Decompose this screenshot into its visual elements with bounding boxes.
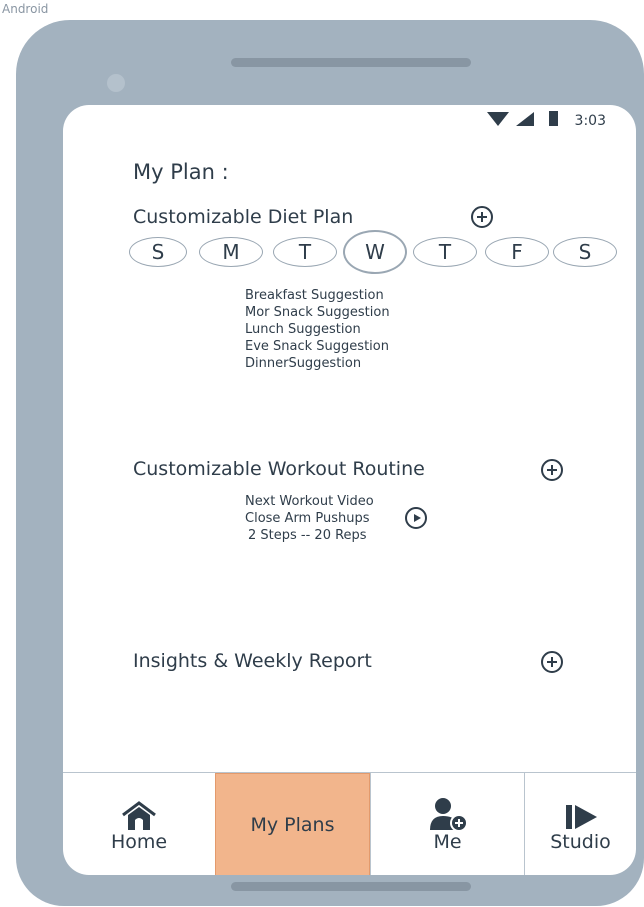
nav-me[interactable]: Me [370, 773, 524, 875]
workout-routine-title: Customizable Workout Routine [133, 458, 425, 480]
day-saturday[interactable]: S [553, 237, 617, 267]
nav-home[interactable]: Home [63, 773, 215, 875]
front-camera [107, 74, 125, 92]
status-bar: 3:03 [486, 111, 606, 130]
nav-my-plans-label: My Plans [250, 813, 335, 836]
list-item[interactable]: Breakfast Suggestion [245, 287, 390, 304]
next-workout-label: Next Workout Video [245, 494, 374, 509]
day-sunday[interactable]: S [129, 237, 187, 267]
day-monday[interactable]: M [199, 237, 263, 267]
bottom-navigation: Home My Plans Me Studio [63, 772, 636, 875]
exercise-name: Close Arm Pushups [245, 511, 370, 526]
signal-icon [515, 111, 534, 130]
nav-me-label: Me [433, 830, 462, 853]
page-title: My Plan : [133, 160, 229, 184]
battery-icon [548, 111, 558, 130]
day-friday[interactable]: F [485, 237, 549, 267]
list-item[interactable]: Lunch Suggestion [245, 321, 390, 338]
list-item[interactable]: DinnerSuggestion [245, 355, 390, 372]
day-thursday[interactable]: T [413, 237, 477, 267]
diet-plan-title: Customizable Diet Plan [133, 206, 354, 228]
play-icon[interactable] [405, 507, 427, 529]
home-icon [121, 797, 157, 831]
status-time: 3:03 [574, 112, 606, 129]
device-label: Android [2, 2, 49, 16]
list-item[interactable]: Mor Snack Suggestion [245, 304, 390, 321]
wifi-icon [486, 111, 509, 130]
exercise-detail: 2 Steps -- 20 Reps [248, 528, 367, 543]
speaker-grille [231, 58, 471, 67]
list-item[interactable]: Eve Snack Suggestion [245, 338, 390, 355]
day-tuesday[interactable]: T [273, 237, 337, 267]
add-insights-button[interactable] [541, 651, 563, 673]
day-wednesday[interactable]: W [343, 230, 407, 274]
add-user-icon [428, 797, 468, 831]
nav-studio[interactable]: Studio [524, 773, 636, 875]
workout-details: Next Workout Video Close Arm Pushups 2 S… [245, 493, 374, 544]
nav-studio-label: Studio [550, 830, 611, 853]
add-workout-button[interactable] [541, 459, 563, 481]
add-diet-plan-button[interactable] [471, 206, 493, 228]
phone-frame: 3:03 My Plan : Customizable Diet Plan S … [16, 20, 644, 906]
fast-forward-icon [564, 797, 598, 831]
insights-title: Insights & Weekly Report [133, 650, 372, 672]
nav-home-label: Home [110, 830, 168, 853]
nav-my-plans[interactable]: My Plans [215, 773, 370, 875]
meal-suggestions: Breakfast Suggestion Mor Snack Suggestio… [245, 287, 390, 372]
home-indicator [231, 882, 471, 891]
phone-screen: 3:03 My Plan : Customizable Diet Plan S … [63, 105, 636, 875]
